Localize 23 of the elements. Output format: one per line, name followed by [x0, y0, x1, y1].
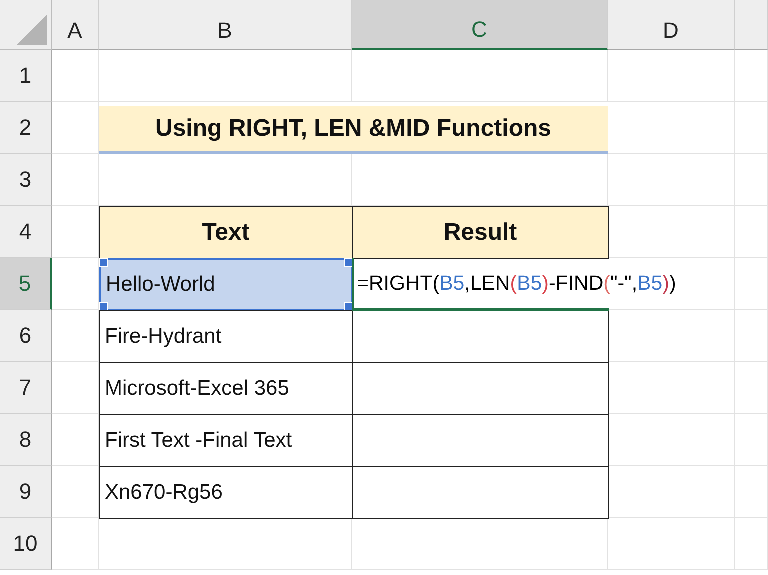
table-cell[interactable]: Xn670-Rg56: [99, 466, 353, 519]
table-cell[interactable]: Fire-Hydrant: [99, 310, 353, 363]
row-header[interactable]: 10: [0, 518, 52, 570]
column-header[interactable]: D: [608, 0, 735, 50]
row-header[interactable]: 5: [0, 258, 52, 310]
column-header[interactable]: C: [352, 0, 608, 50]
column-header[interactable]: B: [99, 0, 352, 50]
row-header[interactable]: 2: [0, 102, 52, 154]
row-header[interactable]: 3: [0, 154, 52, 206]
table-header: Text: [99, 206, 353, 259]
column-header[interactable]: A: [52, 0, 99, 50]
column-header[interactable]: [735, 0, 768, 50]
table-header: Result: [352, 206, 609, 259]
formula-text: =RIGHT(B5,LEN(B5)-FIND("-",B5)): [357, 272, 676, 296]
row-header[interactable]: 1: [0, 50, 52, 102]
sheet-title: Using RIGHT, LEN &MID Functions: [156, 114, 552, 142]
row-header[interactable]: 6: [0, 310, 52, 362]
table-cell[interactable]: Hello-World: [99, 258, 353, 311]
row-header[interactable]: 4: [0, 206, 52, 258]
row-header[interactable]: 9: [0, 466, 52, 518]
row-header[interactable]: 7: [0, 362, 52, 414]
select-all-icon[interactable]: [17, 15, 47, 45]
row-header[interactable]: 8: [0, 414, 52, 466]
